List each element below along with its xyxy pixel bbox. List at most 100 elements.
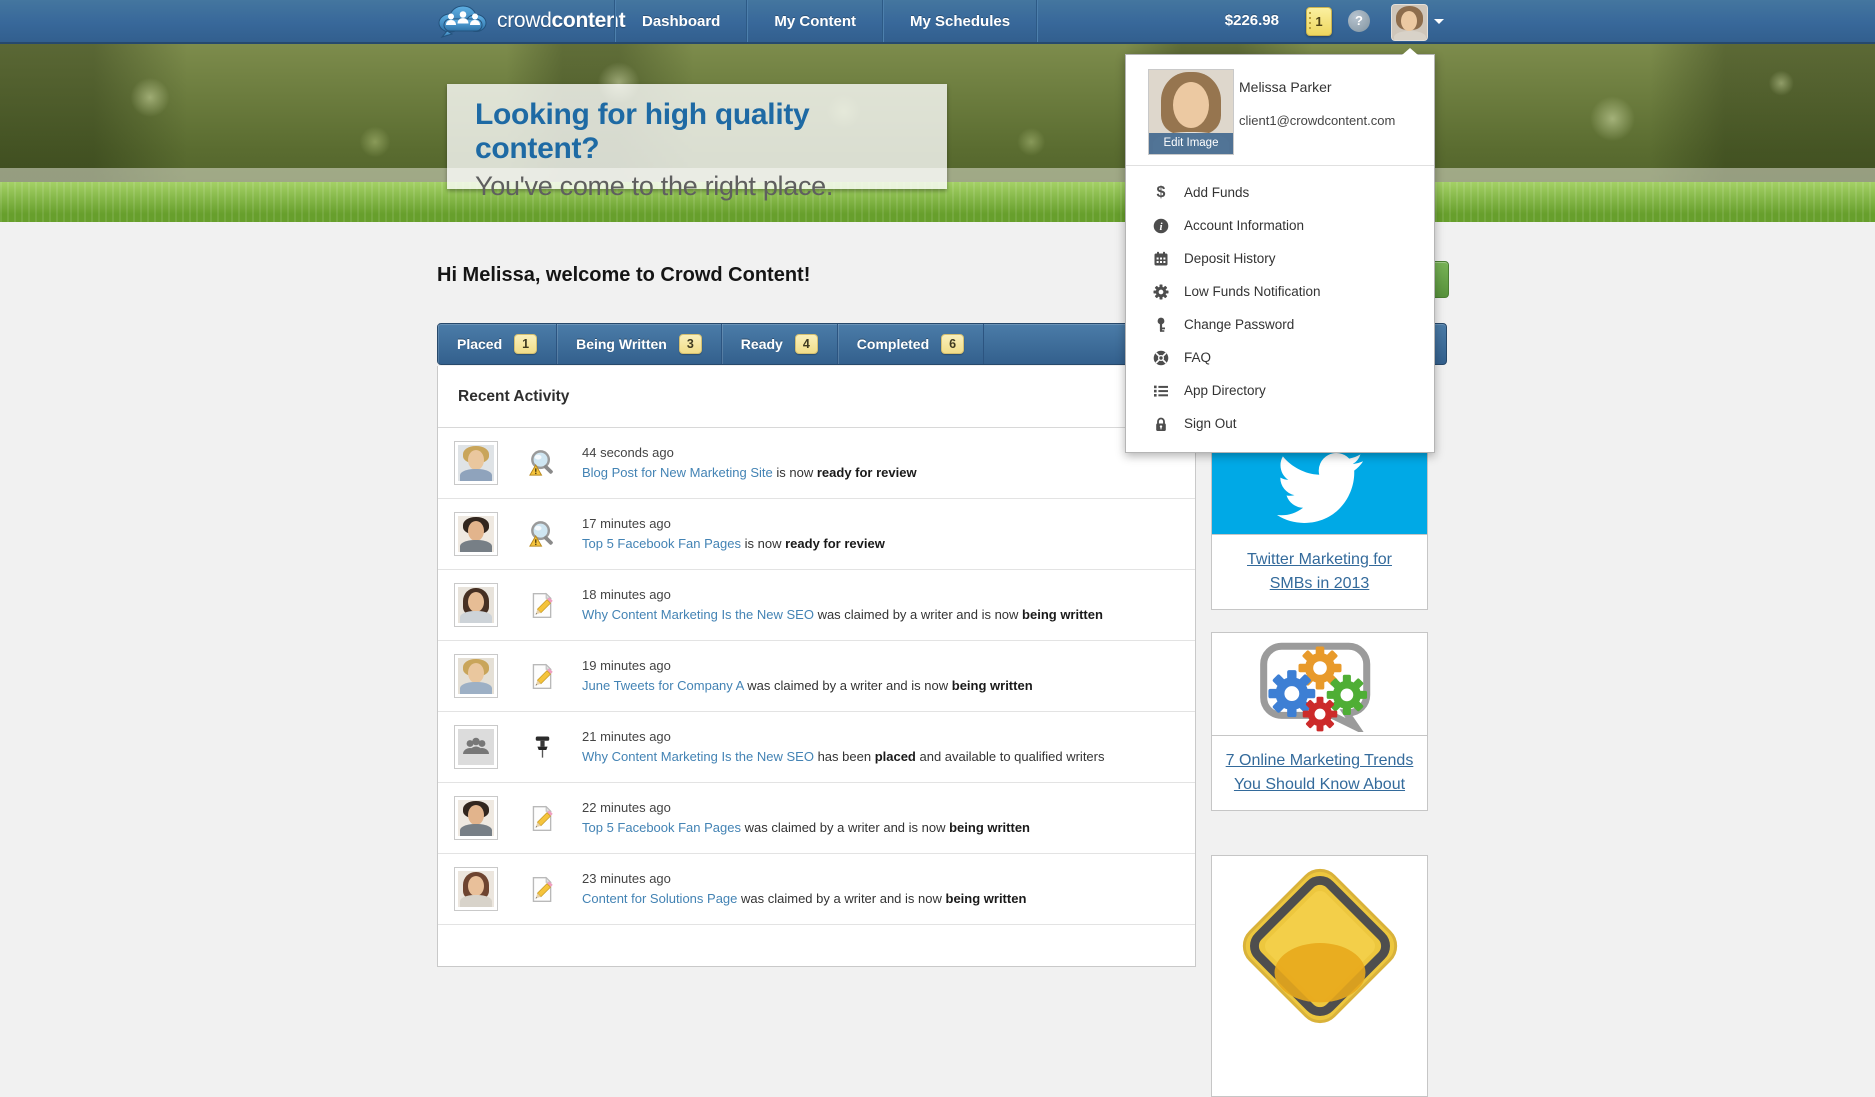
gears-bubble-icon xyxy=(1212,633,1427,735)
avatar xyxy=(454,654,498,698)
user-name: Melissa Parker xyxy=(1239,79,1332,95)
menu-item-change-password[interactable]: Change Password xyxy=(1126,308,1434,341)
activity-status: placed xyxy=(875,749,916,764)
page-greeting: Hi Melissa, welcome to Crowd Content! xyxy=(437,264,810,287)
lock-icon xyxy=(1152,416,1170,432)
hero-photo: Looking for high quality content? You've… xyxy=(0,44,1875,222)
avatar xyxy=(454,512,498,556)
activity-text: 17 minutes ago Top 5 Facebook Fan Pages … xyxy=(582,515,885,553)
order-link[interactable]: Top 5 Facebook Fan Pages xyxy=(582,820,741,835)
notification-badge[interactable]: 1 xyxy=(1306,7,1332,36)
activity-status: ready for review xyxy=(817,465,917,480)
menu-item-sign-out[interactable]: Sign Out xyxy=(1126,407,1434,440)
user-avatar[interactable] xyxy=(1391,4,1428,41)
nav-item-my-content[interactable]: My Content xyxy=(748,0,882,42)
activity-row: 23 minutes ago Content for Solutions Pag… xyxy=(438,854,1195,925)
activity-text: 18 minutes ago Why Content Marketing Is … xyxy=(582,586,1103,624)
activity-status: ready for review xyxy=(785,536,885,551)
ready-for-review-icon xyxy=(522,448,562,479)
activity-suffix: and available to qualified writers xyxy=(920,749,1105,764)
activity-status: being written xyxy=(1022,607,1103,622)
gear-icon xyxy=(1152,284,1170,300)
top-navbar: crowdcontent Dashboard My Content My Sch… xyxy=(0,0,1875,44)
activity-middle: has been xyxy=(818,749,872,764)
menu-item-label: Account Information xyxy=(1184,218,1304,233)
activity-middle: is now xyxy=(745,536,782,551)
activity-status: being written xyxy=(946,891,1027,906)
activity-status: being written xyxy=(952,678,1033,693)
avatar-placeholder xyxy=(454,725,498,769)
recent-activity-panel: Recent Activity 44 seconds ago Blog Post… xyxy=(437,366,1196,967)
menu-item-account-information[interactable]: i Account Information xyxy=(1126,209,1434,242)
activity-text: 44 seconds ago Blog Post for New Marketi… xyxy=(582,444,917,482)
activity-middle: was claimed by a writer and is now xyxy=(745,820,946,835)
lifering-icon xyxy=(1152,350,1170,366)
crowdcontent-logo[interactable]: crowdcontent xyxy=(437,0,625,42)
brand-word-crowd: crowd xyxy=(497,9,552,33)
menu-item-faq[interactable]: FAQ xyxy=(1126,341,1434,374)
article-link-marketing-trends[interactable]: 7 Online Marketing Trends You Should Kno… xyxy=(1226,752,1414,793)
hero-message-box: Looking for high quality content? You've… xyxy=(447,84,947,189)
activity-time: 21 minutes ago xyxy=(582,728,1105,746)
edit-image-button[interactable]: Edit Image xyxy=(1149,133,1233,154)
profile-photo[interactable]: Edit Image xyxy=(1148,69,1234,155)
order-link[interactable]: June Tweets for Company A xyxy=(582,678,744,693)
order-link[interactable]: Content for Solutions Page xyxy=(582,891,737,906)
nav-item-my-schedules[interactable]: My Schedules xyxy=(884,0,1036,42)
order-link[interactable]: Why Content Marketing Is the New SEO xyxy=(582,607,814,622)
being-written-icon xyxy=(522,662,562,691)
list-icon xyxy=(1152,383,1170,399)
order-link[interactable]: Top 5 Facebook Fan Pages xyxy=(582,536,741,551)
being-written-icon xyxy=(522,875,562,904)
activity-time: 19 minutes ago xyxy=(582,657,1033,675)
warning-diamond-icon xyxy=(1212,856,1427,1062)
activity-row: 22 minutes ago Top 5 Facebook Fan Pages … xyxy=(438,783,1195,854)
tab-label: Being Written xyxy=(576,336,667,352)
nav-item-dashboard[interactable]: Dashboard xyxy=(616,0,746,42)
dropdown-profile-section: Edit Image Melissa Parker client1@crowdc… xyxy=(1126,55,1434,166)
main-nav: Dashboard My Content My Schedules xyxy=(614,0,1038,42)
activity-text: 23 minutes ago Content for Solutions Pag… xyxy=(582,870,1026,908)
menu-item-label: Low Funds Notification xyxy=(1184,284,1321,299)
menu-item-add-funds[interactable]: $ Add Funds xyxy=(1126,176,1434,209)
promo-card-marketing-trends: 7 Online Marketing Trends You Should Kno… xyxy=(1211,632,1428,811)
activity-middle: was claimed by a writer and is now xyxy=(741,891,942,906)
activity-row: 18 minutes ago Why Content Marketing Is … xyxy=(438,570,1195,641)
activity-status: being written xyxy=(949,820,1030,835)
avatar-photo xyxy=(1392,5,1427,40)
account-balance[interactable]: $226.98 xyxy=(1207,0,1279,42)
activity-time: 23 minutes ago xyxy=(582,870,1026,888)
help-icon[interactable]: ? xyxy=(1348,10,1370,32)
avatar xyxy=(454,441,498,485)
article-link-twitter-marketing[interactable]: Twitter Marketing for SMBs in 2013 xyxy=(1247,551,1392,592)
tab-count-badge: 3 xyxy=(679,334,702,354)
activity-time: 18 minutes ago xyxy=(582,586,1103,604)
dollar-icon: $ xyxy=(1152,184,1170,202)
chevron-down-icon[interactable] xyxy=(1434,19,1444,24)
nav-divider xyxy=(1036,0,1038,42)
tab-being-written[interactable]: Being Written 3 xyxy=(557,324,722,364)
section-title: Recent Activity xyxy=(438,366,1195,428)
being-written-icon xyxy=(522,591,562,620)
avatar xyxy=(454,796,498,840)
tab-label: Completed xyxy=(857,336,929,352)
placed-pushpin-icon xyxy=(522,734,562,761)
promo-card-warning xyxy=(1211,855,1428,1097)
tab-label: Ready xyxy=(741,336,783,352)
activity-middle: was claimed by a writer and is now xyxy=(747,678,948,693)
menu-item-label: Add Funds xyxy=(1184,185,1249,200)
activity-middle: is now xyxy=(776,465,813,480)
tab-count-badge: 1 xyxy=(514,334,537,354)
order-link[interactable]: Why Content Marketing Is the New SEO xyxy=(582,749,814,764)
menu-item-app-directory[interactable]: App Directory xyxy=(1126,374,1434,407)
menu-item-low-funds-notification[interactable]: Low Funds Notification xyxy=(1126,275,1434,308)
order-link[interactable]: Blog Post for New Marketing Site xyxy=(582,465,773,480)
tab-count-badge: 6 xyxy=(941,334,964,354)
tab-placed[interactable]: Placed 1 xyxy=(438,324,557,364)
tab-ready[interactable]: Ready 4 xyxy=(722,324,838,364)
tab-completed[interactable]: Completed 6 xyxy=(838,324,984,364)
info-icon: i xyxy=(1152,218,1170,234)
menu-item-deposit-history[interactable]: Deposit History xyxy=(1126,242,1434,275)
menu-item-label: FAQ xyxy=(1184,350,1211,365)
tab-count-badge: 4 xyxy=(795,334,818,354)
